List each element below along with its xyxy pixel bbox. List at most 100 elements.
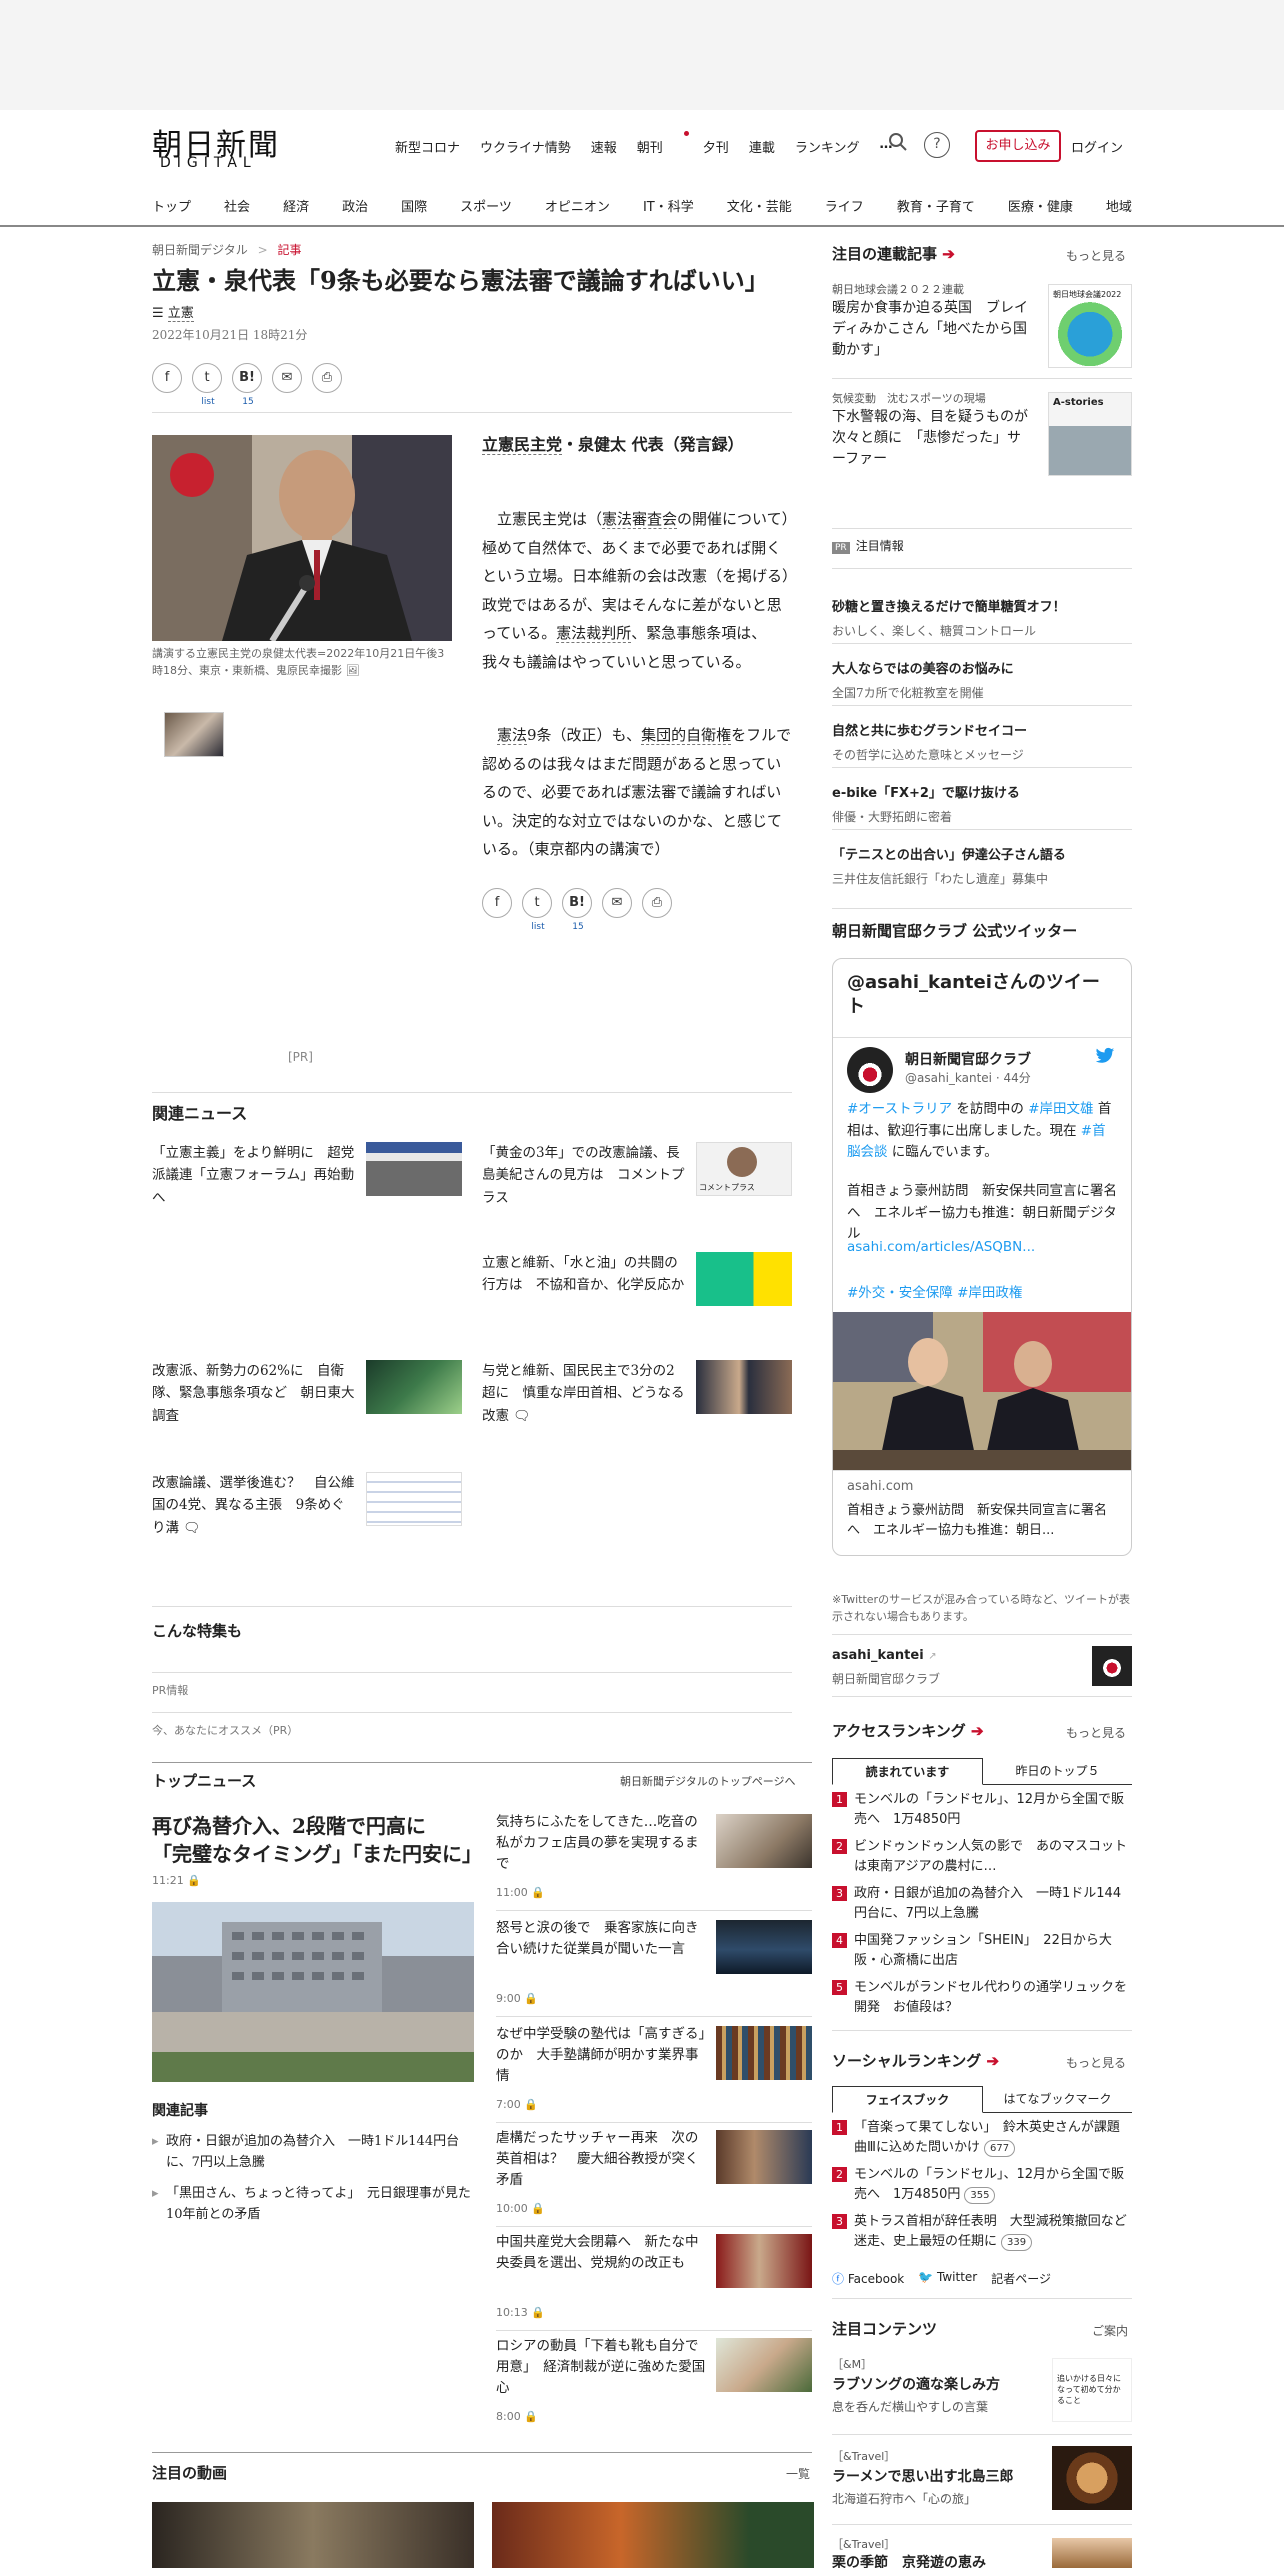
- cat-economy[interactable]: 経済: [283, 196, 309, 215]
- related-article-1[interactable]: ▸ 政府・日銀が追加の為替介入 一時1ドル144円台に、7円以上急騰: [152, 2132, 474, 2174]
- top-news-item-3[interactable]: なぜ中学受験の塾代は「高すぎる」のか 大手塾講師が明かす業界事情: [496, 2024, 708, 2087]
- site-logo-sub[interactable]: DIGITAL: [160, 155, 257, 171]
- social-more-link[interactable]: もっと見る: [1066, 2054, 1126, 2071]
- related-thumb-3[interactable]: [696, 1252, 792, 1306]
- kenpo-shinsakai-link[interactable]: 憲法審査会: [602, 510, 678, 529]
- top-news-item-5[interactable]: 中国共産党大会閉幕へ 新たな中央委員を選出、党規約の改正も: [496, 2232, 708, 2274]
- cat-health[interactable]: 医療・健康: [1008, 196, 1073, 215]
- breadcrumb-site[interactable]: 朝日新聞デジタル: [152, 243, 248, 257]
- tweet-avatar[interactable]: [847, 1047, 893, 1093]
- mail-share-icon[interactable]: ✉: [602, 888, 632, 918]
- nav-morning[interactable]: 朝刊: [637, 131, 689, 156]
- series-thumb-2[interactable]: A-stories: [1048, 392, 1132, 476]
- cat-culture[interactable]: 文化・芸能: [727, 196, 792, 215]
- cat-region[interactable]: 地域: [1106, 196, 1132, 215]
- top-page-link[interactable]: 朝日新聞デジタルのトップページへ: [620, 1773, 796, 1789]
- pr-item-5-title[interactable]: 「テニスとの出合い」伊達公子さん語る: [832, 846, 1066, 866]
- tab-most-read[interactable]: 読まれています: [832, 1758, 983, 1785]
- hatena-share-icon[interactable]: B! 15: [232, 363, 262, 407]
- cat-sports[interactable]: スポーツ: [460, 196, 512, 215]
- pr-item-2-title[interactable]: 大人ならではの美容のお悩みに: [832, 660, 1014, 680]
- pr-item-4-title[interactable]: e-bike「FX+2」で駆け抜ける: [832, 784, 1020, 804]
- tab-hatena[interactable]: はてなブックマーク: [983, 2086, 1132, 2112]
- access-rank-4[interactable]: 4 中国発ファッション「SHEIN」 22日から大阪・心斎橋に出店: [832, 1931, 1132, 1970]
- cat-top[interactable]: トップ: [152, 196, 191, 215]
- related-thumb-4[interactable]: [366, 1360, 462, 1414]
- related-thumb-1[interactable]: [366, 1142, 462, 1196]
- series-thumb-1[interactable]: 朝日地球会議2022: [1048, 284, 1132, 368]
- cat-politics[interactable]: 政治: [342, 196, 368, 215]
- nav-series[interactable]: 連載: [749, 137, 775, 156]
- hashtag-kishida[interactable]: #岸田文雄: [1028, 1101, 1093, 1117]
- top-news-main-title[interactable]: 再び為替介入、2段階で円高に 「完璧なタイミング」「また円安に」: [152, 1812, 482, 1868]
- hatena-count[interactable]: 15: [233, 397, 263, 407]
- kenpo-link[interactable]: 憲法: [497, 726, 528, 745]
- content-2-thumb[interactable]: [1052, 2446, 1132, 2510]
- tab-facebook[interactable]: フェイスブック: [832, 2086, 983, 2113]
- twitter-list-link[interactable]: list: [523, 922, 553, 932]
- tweet-card-image[interactable]: [833, 1312, 1131, 1470]
- related-item-5[interactable]: 与党と維新、国民民主で3分の2超に 慎重な岸田首相、どうなる改憲 🗨: [482, 1360, 687, 1427]
- hatena-count[interactable]: 15: [563, 922, 593, 932]
- twitter-share-icon[interactable]: t list: [522, 888, 552, 932]
- cat-opinion[interactable]: オピニオン: [545, 196, 610, 215]
- signup-button[interactable]: お申し込み: [975, 130, 1061, 162]
- nav-breaking[interactable]: 速報: [591, 137, 617, 156]
- access-rank-2[interactable]: 2 ビンドゥンドゥン人気の影で あのマスコットは東南アジアの農村に…: [832, 1837, 1132, 1876]
- content-1-thumb[interactable]: 追いかける日々になって初めて分かること: [1052, 2358, 1132, 2422]
- social-rank-2[interactable]: 2 モンベルの「ランドセル」、12月から全国で販売へ 1万4850円 355: [832, 2165, 1132, 2204]
- access-rank-1[interactable]: 1 モンベルの「ランドセル」、12月から全国で販売へ 1万4850円: [832, 1790, 1132, 1829]
- facebook-share-icon[interactable]: f: [482, 888, 512, 918]
- mail-share-icon[interactable]: ✉: [272, 363, 302, 393]
- content-3-thumb[interactable]: [1052, 2538, 1132, 2568]
- collective-defense-link[interactable]: 集団的自衛権: [641, 726, 732, 745]
- top-news-item-4[interactable]: 虐構だったサッチャー再来 次の英首相は？ 慶大細谷教授が突く矛盾: [496, 2128, 708, 2191]
- contents-guide-link[interactable]: ご案内: [1092, 2322, 1128, 2339]
- tweet-link[interactable]: asahi.com/articles/ASQBN...: [847, 1239, 1035, 1255]
- related-item-1[interactable]: 「立憲主義」をより鮮明に 超党派議連「立憲フォーラム」再始動へ: [152, 1142, 357, 1209]
- tweet-author-name[interactable]: 朝日新聞官邸クラブ: [905, 1049, 1031, 1069]
- related-item-3[interactable]: 立憲と維新、「水と油」の共闘の行方は 不協和音か、化学反応か: [482, 1252, 687, 1297]
- cat-it-science[interactable]: IT・科学: [643, 196, 694, 215]
- video-thumb-1[interactable]: [152, 2502, 474, 2568]
- cat-life[interactable]: ライフ: [825, 196, 864, 215]
- facebook-share-icon[interactable]: f: [152, 363, 182, 393]
- top-news-thumb-4[interactable]: [716, 2130, 812, 2184]
- related-item-2[interactable]: 「黄金の3年」での改憲論議、長島美紀さんの見方は コメントプラス: [482, 1142, 687, 1209]
- print-icon[interactable]: ⎙: [312, 363, 342, 393]
- access-ranking-title[interactable]: アクセスランキング ➔: [832, 1720, 984, 1741]
- top-news-item-6[interactable]: ロシアの動員「下着も靴も自分で用意」 経済制裁が逆に強めた愛国心: [496, 2336, 708, 2399]
- tweet-card-domain[interactable]: asahi.com: [847, 1479, 913, 1494]
- tab-yesterday-top5[interactable]: 昨日のトップ５: [983, 1758, 1132, 1784]
- print-icon[interactable]: ⎙: [642, 888, 672, 918]
- nav-corona[interactable]: 新型コロナ: [395, 137, 460, 156]
- videos-more-link[interactable]: 一覧: [786, 2465, 810, 2482]
- nav-evening[interactable]: 夕刊: [703, 137, 729, 156]
- login-link[interactable]: ログイン: [1071, 137, 1123, 156]
- access-more-link[interactable]: もっと見る: [1066, 1724, 1126, 1741]
- tweet-author-handle[interactable]: @asahi_kantei · 44分: [905, 1069, 1031, 1086]
- content-1-title[interactable]: ラブソングの適な楽しみ方: [832, 2374, 1000, 2394]
- top-news-item-1[interactable]: 気持ちにふたをしてきた…吃音の私がカフェ店員の夢を実現するまで: [496, 1812, 708, 1875]
- photo-thumbnail[interactable]: [164, 712, 224, 757]
- tweet-card-title[interactable]: 首相きょう豪州訪問 新安保共同宣言に署名へ エネルギー協力も推進：朝日...: [847, 1501, 1119, 1540]
- top-news-thumb-1[interactable]: [716, 1814, 812, 1868]
- hatena-share-icon[interactable]: B! 15: [562, 888, 592, 932]
- nav-ranking[interactable]: ランキング: [795, 137, 860, 156]
- article-tag[interactable]: ☰ 立憲: [152, 302, 194, 322]
- top-news-thumb-3[interactable]: [716, 2026, 812, 2080]
- pr-item-3-title[interactable]: 自然と共に歩むグランドセイコー: [832, 722, 1027, 742]
- top-news-thumb-2[interactable]: [716, 1920, 812, 1974]
- cat-education[interactable]: 教育・子育て: [897, 196, 975, 215]
- constitutional-court-link[interactable]: 憲法裁判所: [556, 624, 632, 643]
- content-2-title[interactable]: ラーメンで思い出す北島三郎: [832, 2466, 1013, 2486]
- related-item-4[interactable]: 改憲派、新勢力の62%に 自衛隊、緊急事態条項など 朝日東大調査: [152, 1360, 357, 1427]
- social-rank-1[interactable]: 1 「音楽って果てしない」 鈴木英史さんが課題曲Ⅲに込めた問いかけ 677: [832, 2118, 1132, 2157]
- article-photo[interactable]: [152, 435, 452, 641]
- twitter-share-icon[interactable]: t list: [192, 363, 222, 407]
- top-news-thumb-6[interactable]: [716, 2338, 812, 2392]
- twitter-list-link[interactable]: list: [193, 397, 223, 407]
- related-thumb-5[interactable]: [696, 1360, 792, 1414]
- related-thumb-2[interactable]: コメントプラス: [696, 1142, 792, 1196]
- pr-item-1-title[interactable]: 砂糖と置き換えるだけで簡単糖質オフ！: [832, 598, 1066, 618]
